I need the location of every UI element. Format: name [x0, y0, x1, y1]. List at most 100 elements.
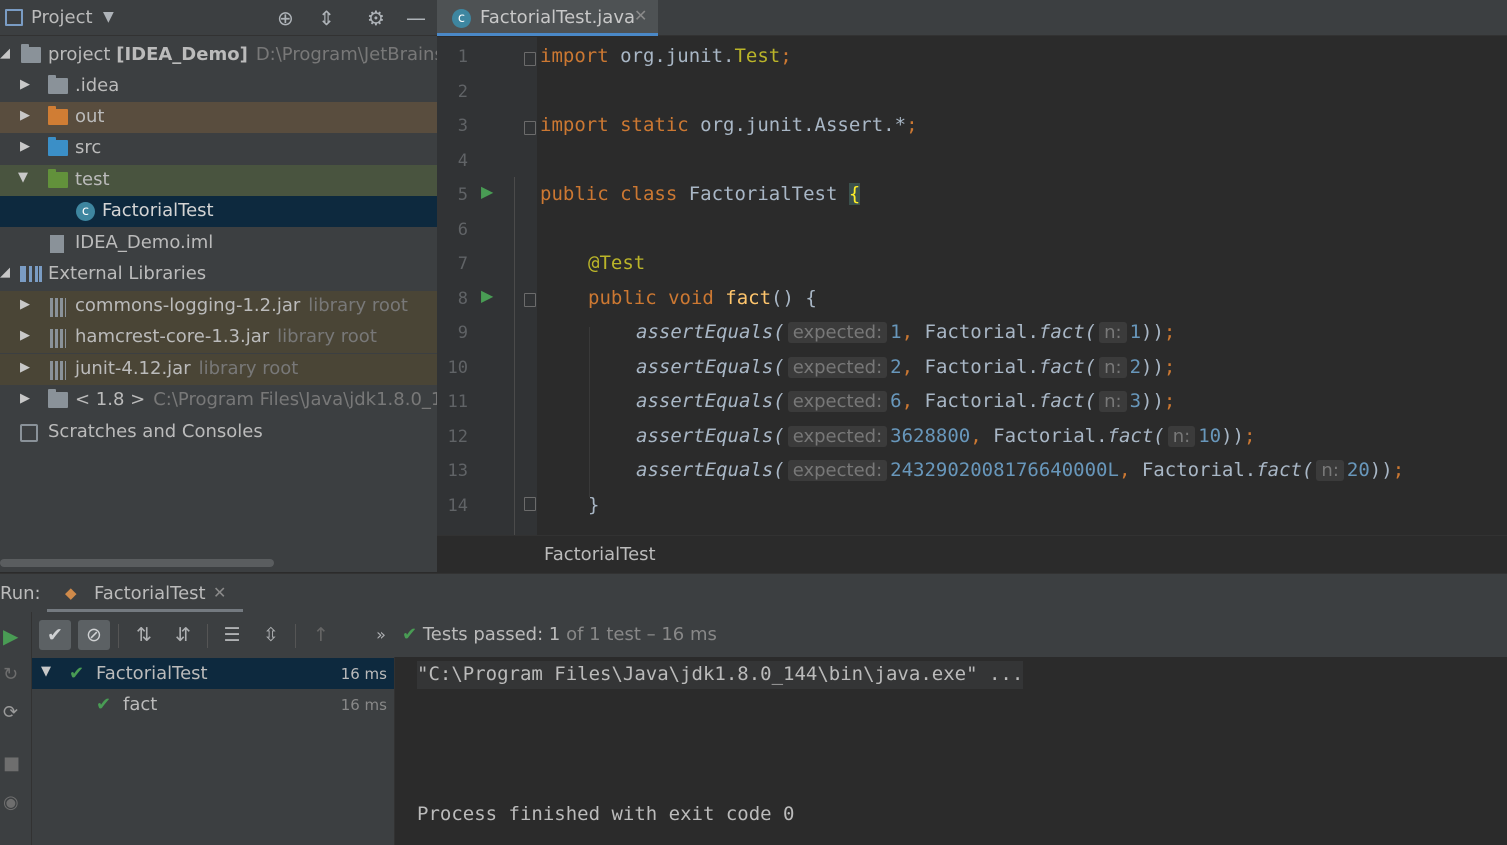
collapsed-arrow-icon[interactable]: ▶: [20, 360, 30, 375]
tree-item-external-libraries[interactable]: ◢ External Libraries: [0, 259, 437, 290]
factorial-class: Factorial.: [993, 425, 1108, 447]
collapsed-arrow-icon[interactable]: ▶: [20, 108, 30, 123]
horizontal-scrollbar[interactable]: [0, 559, 274, 567]
n-value: 1: [1129, 321, 1142, 343]
param-hint-expected: expected:: [787, 426, 888, 447]
keyword: import static: [540, 114, 689, 136]
tree-item-src[interactable]: ▶ src: [0, 133, 437, 164]
toolbar-separator: [295, 624, 296, 648]
line-number: 12: [447, 427, 468, 447]
tree-item-lib-hamcrest[interactable]: ▶ hamcrest-core-1.3.jar library root: [0, 322, 437, 353]
rerun-failed-icon[interactable]: ↻: [3, 664, 18, 685]
scratches-icon: [20, 424, 38, 442]
line-number: 5: [457, 185, 468, 205]
collapse-all-button[interactable]: ⇳: [255, 620, 287, 650]
tab-factorialtest-java[interactable]: c FactorialTest.java ✕: [437, 0, 658, 36]
console-command-line[interactable]: "C:\Program Files\Java\jdk1.8.0_144\bin\…: [417, 661, 1024, 689]
tree-item-jdk[interactable]: ▶ < 1.8 > C:\Program Files\Java\jdk1.8.0_…: [0, 385, 437, 416]
tree-item-label: junit-4.12.jar: [75, 358, 191, 379]
run-tab-factorialtest[interactable]: ◆ FactorialTest ✕: [47, 574, 243, 612]
line-number: 4: [457, 151, 468, 171]
tree-item-lib-commons-logging[interactable]: ▶ commons-logging-1.2.jar library root: [0, 291, 437, 322]
test-duration: 16 ms: [340, 696, 387, 714]
close-icon[interactable]: ✕: [634, 6, 647, 25]
fold-marker-icon[interactable]: [524, 293, 536, 307]
show-passed-button[interactable]: ✔: [39, 620, 71, 650]
tree-item-test[interactable]: ▼ test: [0, 165, 437, 196]
line-number: 14: [447, 496, 468, 516]
test-row-fact[interactable]: ✔ fact 16 ms: [32, 689, 394, 720]
java-class-icon: c: [452, 9, 471, 28]
expanded-arrow-icon[interactable]: ▼: [18, 170, 28, 185]
locate-icon[interactable]: ⊕: [277, 6, 294, 30]
matched-brace: {: [848, 183, 861, 205]
test-status: ✔ Tests passed: 1 of 1 test – 16 ms: [402, 624, 717, 645]
expand-all-button[interactable]: ☰: [216, 620, 248, 650]
excluded-folder-icon: [48, 106, 68, 125]
more-actions-icon[interactable]: »: [365, 620, 397, 650]
sort-by-duration-button[interactable]: ⇵: [167, 620, 199, 650]
show-ignored-button[interactable]: ⊘: [78, 620, 110, 650]
folder-icon: [48, 75, 68, 94]
fold-marker-icon[interactable]: [524, 121, 536, 135]
code-text: ;: [780, 45, 792, 67]
camera-icon[interactable]: ◉: [3, 792, 19, 813]
chevron-down-icon[interactable]: ▼: [103, 9, 114, 25]
tree-item-scratches[interactable]: Scratches and Consoles: [0, 417, 437, 448]
breadcrumb-item[interactable]: FactorialTest: [544, 544, 656, 565]
collapse-all-icon[interactable]: ⇕: [318, 6, 335, 30]
editor-area: c FactorialTest.java ✕ 1 2 3 4 5 6 7 8 9…: [437, 0, 1507, 572]
rerun-icon[interactable]: ▶: [3, 624, 18, 648]
code-text: () {: [771, 287, 817, 309]
test-name: fact: [123, 694, 158, 715]
param-hint-expected: expected:: [787, 460, 888, 481]
collapsed-arrow-icon[interactable]: ▶: [20, 77, 30, 92]
tree-item-project-root[interactable]: ◢ project [IDEA_Demo] D:\Program\JetBrain…: [0, 40, 437, 71]
console-output[interactable]: "C:\Program Files\Java\jdk1.8.0_144\bin\…: [395, 657, 1507, 845]
stop-icon[interactable]: ■: [3, 753, 20, 774]
gear-icon[interactable]: ⚙: [367, 6, 385, 30]
code-line-5: public class FactorialTest {: [540, 183, 861, 205]
line-number: 13: [447, 461, 468, 481]
tree-item-hint: library root: [198, 358, 299, 379]
expanded-arrow-icon[interactable]: ▼: [41, 664, 51, 679]
toggle-auto-test-icon[interactable]: ⟳: [3, 702, 18, 723]
expanded-arrow-icon[interactable]: ◢: [0, 265, 10, 280]
jar-icon: [50, 361, 66, 380]
tree-item-iml[interactable]: IDEA_Demo.iml: [0, 228, 437, 259]
toolbar-separator: [207, 624, 208, 648]
collapsed-arrow-icon[interactable]: ▶: [20, 391, 30, 406]
assert-call: assertEquals(: [636, 390, 785, 412]
tree-item-factorialtest[interactable]: c FactorialTest: [0, 196, 437, 227]
test-folder-icon: [48, 169, 68, 188]
test-row-factorialtest[interactable]: ▼ ✔ FactorialTest 16 ms: [32, 658, 394, 689]
code-text: org.junit.Assert.*: [688, 114, 907, 136]
fact-call: fact(: [1256, 459, 1314, 481]
status-count: 1: [548, 624, 561, 645]
collapsed-arrow-icon[interactable]: ▶: [20, 297, 30, 312]
console-exit-line: Process finished with exit code 0: [417, 803, 795, 825]
previous-failed-button[interactable]: ↑: [305, 620, 337, 650]
project-view-selector[interactable]: Project: [31, 7, 93, 28]
tree-item-lib-junit[interactable]: ▶ junit-4.12.jar library root: [0, 354, 437, 385]
hide-panel-icon[interactable]: —: [406, 6, 426, 30]
line-number: 8: [457, 289, 468, 309]
run-test-class-icon[interactable]: ▶: [481, 182, 493, 201]
n-value: 3: [1129, 390, 1142, 412]
project-panel-header: Project ▼ ⊕ ⇕ ⚙ —: [0, 0, 437, 36]
run-test-method-icon[interactable]: ▶: [481, 286, 493, 305]
assert-call: assertEquals(: [636, 321, 785, 343]
sort-alphabetically-button[interactable]: ⇅: [128, 620, 160, 650]
fold-marker-icon[interactable]: [524, 52, 536, 66]
factorial-class: Factorial.: [924, 321, 1039, 343]
fold-marker-icon[interactable]: [524, 497, 536, 511]
collapsed-arrow-icon[interactable]: ▶: [20, 139, 30, 154]
close-icon[interactable]: ✕: [213, 583, 226, 602]
code-area[interactable]: import org.junit.Test; import static org…: [537, 37, 1507, 535]
collapsed-arrow-icon[interactable]: ▶: [20, 328, 30, 343]
editor-gutter[interactable]: 1 2 3 4 5 6 7 8 9 10 11 12 13 14 ▶ ▶: [437, 37, 537, 535]
tree-item-out[interactable]: ▶ out: [0, 102, 437, 133]
expanded-arrow-icon[interactable]: ◢: [0, 46, 10, 61]
source-folder-icon: [48, 137, 68, 156]
tree-item-idea[interactable]: ▶ .idea: [0, 71, 437, 102]
